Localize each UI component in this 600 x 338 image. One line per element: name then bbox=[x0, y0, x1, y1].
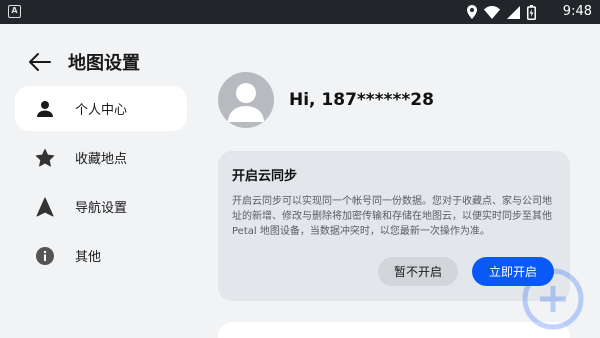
back-arrow-icon bbox=[29, 53, 51, 71]
settings-sidebar: 个人中心 收藏地点 导航设置 其他 bbox=[15, 86, 187, 282]
status-icons bbox=[467, 4, 536, 20]
card-description: 开启云同步可以实现同一个帐号同一份数据。您对于收藏点、家与公司地址的新增、修改与… bbox=[232, 196, 552, 237]
battery-icon bbox=[527, 4, 536, 20]
notification-app-icon: A bbox=[8, 5, 21, 18]
sidebar-item-label: 其他 bbox=[75, 250, 102, 265]
signal-icon bbox=[507, 5, 520, 19]
navigation-arrow-icon bbox=[35, 197, 55, 217]
sidebar-item-label: 收藏地点 bbox=[75, 152, 128, 167]
sidebar-item-other[interactable]: 其他 bbox=[15, 233, 187, 278]
info-icon bbox=[35, 246, 55, 266]
star-icon bbox=[35, 148, 55, 168]
page-title: 地图设置 bbox=[68, 53, 140, 74]
person-icon bbox=[35, 99, 55, 119]
user-greeting: Hi, 187******28 bbox=[289, 90, 434, 110]
watermark-logo bbox=[522, 268, 584, 330]
sidebar-item-saved-places[interactable]: 收藏地点 bbox=[15, 135, 187, 180]
page-header: 地图设置 bbox=[28, 48, 140, 76]
avatar[interactable] bbox=[218, 72, 274, 128]
sidebar-item-personal-center[interactable]: 个人中心 bbox=[15, 86, 187, 131]
sidebar-item-navigation-settings[interactable]: 导航设置 bbox=[15, 184, 187, 229]
sidebar-item-label: 导航设置 bbox=[75, 201, 128, 216]
user-profile: Hi, 187******28 bbox=[218, 72, 434, 128]
card-title: 开启云同步 bbox=[232, 169, 298, 184]
sidebar-item-label: 个人中心 bbox=[75, 103, 128, 118]
default-avatar-icon bbox=[228, 83, 264, 122]
decline-sync-button[interactable]: 暂不开启 bbox=[378, 257, 458, 286]
clock: 9:48 bbox=[562, 4, 592, 19]
back-button[interactable] bbox=[28, 50, 52, 74]
status-bar: A 9:48 bbox=[0, 0, 600, 24]
wifi-icon bbox=[484, 5, 500, 19]
location-icon bbox=[467, 5, 477, 19]
